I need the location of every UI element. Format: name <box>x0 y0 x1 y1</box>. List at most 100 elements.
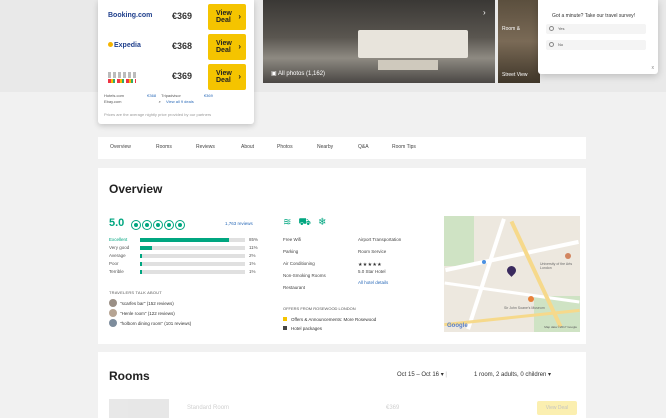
all-photos-link[interactable]: ▣ All photos (1,162) <box>271 70 325 77</box>
radio-icon <box>549 26 554 31</box>
rooms-section: Rooms Oct 15 – Oct 16 ▾ | 1 room, 2 adul… <box>98 352 586 418</box>
chevron-down-icon: ▾ <box>548 372 552 378</box>
rating-row[interactable]: Average 2% <box>109 253 261 259</box>
main-photo[interactable]: ▣ All photos (1,162) › <box>263 0 495 83</box>
map-copyright: Map data ©2017 Google <box>544 325 577 329</box>
tab-reviews[interactable]: Reviews <box>196 144 215 150</box>
survey-option-yes[interactable]: Yes <box>546 24 646 34</box>
offer-row: Booking.com €369 View Deal › <box>98 3 254 31</box>
avatar <box>109 299 117 307</box>
tab-nearby[interactable]: Nearby <box>317 144 333 150</box>
avatar <box>109 319 117 327</box>
rating-label: Very good <box>109 245 130 250</box>
location-map[interactable]: University of the Arts London Sir John S… <box>444 216 580 332</box>
google-logo: Google <box>447 323 468 329</box>
provider-link[interactable]: Hotels.com <box>104 93 124 98</box>
camera-icon: ▣ <box>271 71 279 77</box>
radio-icon <box>549 42 554 47</box>
provider-logo <box>108 72 136 83</box>
provider-logo: Expedia <box>108 42 141 49</box>
view-all-deals-link[interactable]: View all 9 deals <box>166 99 194 104</box>
survey-question: Got a minute? Take our travel survey! <box>552 13 636 19</box>
tab-overview[interactable]: Overview <box>110 144 131 150</box>
view-deal-button[interactable]: View Deal <box>537 401 577 415</box>
rating-row[interactable]: Poor 1% <box>109 261 261 267</box>
transit-icon[interactable] <box>482 260 486 264</box>
reviews-link[interactable]: 1,763 reviews <box>225 221 253 226</box>
survey-popup: Got a minute? Take our travel survey! Ye… <box>538 0 658 74</box>
provider-price[interactable]: €368 <box>147 93 156 98</box>
provider-name: Expedia <box>114 42 141 49</box>
view-deal-button[interactable]: View Deal › <box>208 64 246 90</box>
bench-shape <box>378 60 438 70</box>
offer-row: Expedia €368 View Deal › <box>98 33 254 61</box>
rating-bar <box>140 246 245 250</box>
chevron-right-icon: › <box>238 12 241 21</box>
amenity: Free Wifi <box>283 237 301 242</box>
rating-bar-fill <box>140 238 230 242</box>
provider-link[interactable]: Ebay.com <box>104 99 122 104</box>
bubble-icon <box>142 220 152 230</box>
hotel-pin-icon[interactable] <box>505 264 518 277</box>
rating-label: Average <box>109 253 126 258</box>
rating-pct: 1% <box>249 261 256 266</box>
date-picker[interactable]: Oct 15 – Oct 16 ▾ | <box>397 371 447 378</box>
street-view-label: Street View <box>502 72 528 78</box>
talk-item[interactable]: "holborn dining room" (101 reviews) <box>109 319 259 327</box>
view-deal-button[interactable]: View Deal › <box>208 34 246 60</box>
bubble-icon <box>131 220 141 230</box>
close-icon[interactable]: x <box>652 65 655 71</box>
survey-option-label: No <box>558 42 564 47</box>
amenity: Parking <box>283 249 299 254</box>
rating-row[interactable]: Terrible 1% <box>109 269 261 275</box>
all-hotel-details-link[interactable]: All hotel details <box>358 280 388 285</box>
room-row: Standard Room €369 View Deal <box>109 399 579 418</box>
rating-bar <box>140 254 245 258</box>
chevron-right-icon[interactable]: › <box>483 8 486 17</box>
amenity: Restaurant <box>283 285 306 290</box>
chevron-down-icon: ▾ <box>440 372 444 378</box>
room-image <box>109 399 169 418</box>
view-deal-button[interactable]: View Deal › <box>208 4 246 30</box>
all-photos-label: All photos (1,162) <box>278 71 326 77</box>
bubble-icon <box>164 220 174 230</box>
tab-room-tips[interactable]: Room Tips <box>392 144 416 150</box>
offer-link[interactable]: Offers & Announcements: More Rosewood <box>283 317 376 322</box>
rating-bar-fill <box>140 254 143 258</box>
rating-pct: 85% <box>249 237 259 242</box>
talk-item[interactable]: "Henle room" (122 reviews) <box>109 309 259 317</box>
rating-row[interactable]: Excellent 85% <box>109 237 261 243</box>
offer-link-label: Hotel packages <box>291 326 323 331</box>
rating-bar-fill <box>140 270 143 274</box>
chevron-right-icon: › <box>238 72 241 81</box>
provider-link[interactable]: Tripadvisor <box>161 93 181 98</box>
rating-row[interactable]: Very good 11% <box>109 245 261 251</box>
amenity: Airport Transportation <box>358 237 402 242</box>
section-tabs: Overview Rooms Reviews About Photos Near… <box>98 137 586 159</box>
talk-item[interactable]: "scarfes bar" (152 reviews) <box>109 299 259 307</box>
tab-qa[interactable]: Q&A <box>358 144 369 150</box>
tab-about[interactable]: About <box>241 144 254 150</box>
tab-photos[interactable]: Photos <box>277 144 293 150</box>
bubble-icon <box>153 220 163 230</box>
side-photo[interactable]: Room & Street View <box>498 0 540 83</box>
amenity: Room Service <box>358 249 387 254</box>
poi-icon[interactable] <box>528 296 534 302</box>
guests-label: 1 room, 2 adults, 0 children <box>474 372 547 378</box>
hotel-class-label: 5.0 Star Hotel <box>358 269 386 274</box>
tab-rooms[interactable]: Rooms <box>156 144 172 150</box>
rating-bar <box>140 262 245 266</box>
wifi-icon: ≋ <box>283 217 292 228</box>
offer-link[interactable]: Hotel packages <box>283 326 322 331</box>
guests-picker[interactable]: 1 room, 2 adults, 0 children ▾ <box>474 371 551 378</box>
survey-option-no[interactable]: No <box>546 40 646 50</box>
map-park <box>444 216 474 266</box>
talk-item-label: "scarfes bar" (152 reviews) <box>120 301 174 306</box>
date-range-label: Oct 15 – Oct 16 <box>397 372 440 378</box>
view-deal-label: View Deal <box>216 40 232 54</box>
bed-shape <box>358 30 468 58</box>
car-icon: ⛟ <box>298 217 311 228</box>
provider-price[interactable]: €369 <box>204 93 213 98</box>
overview-section: Overview 5.0 1,763 reviews Excellent 85% … <box>98 168 586 344</box>
poi-icon[interactable] <box>565 253 571 259</box>
